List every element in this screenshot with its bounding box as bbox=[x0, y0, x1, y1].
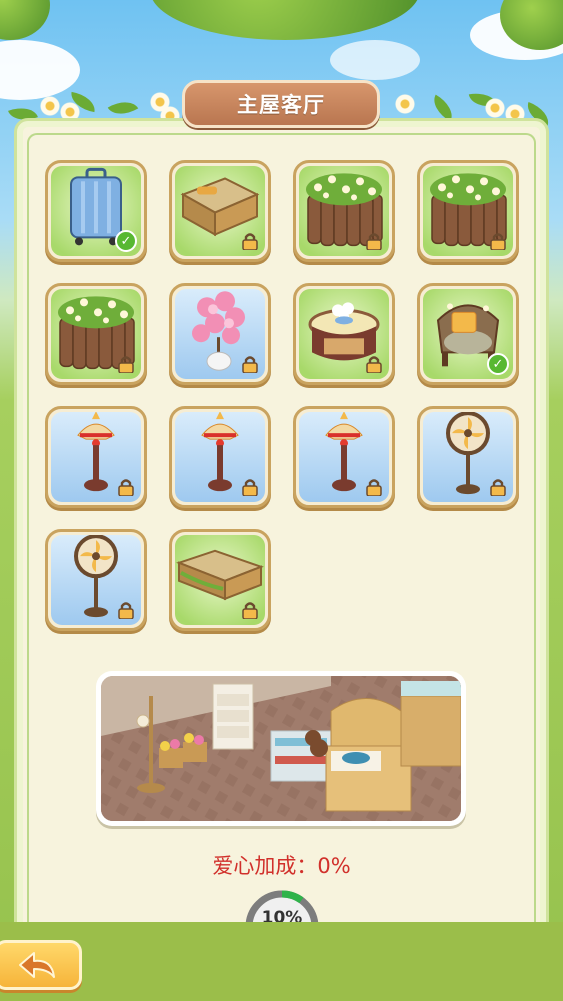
lock-icon bbox=[489, 232, 507, 251]
bottom-bar bbox=[0, 922, 563, 1001]
slot-background bbox=[175, 535, 265, 625]
checkmark-icon: ✓ bbox=[115, 230, 137, 252]
slot-background bbox=[51, 535, 141, 625]
lock-icon bbox=[241, 601, 259, 620]
room-preview[interactable] bbox=[96, 671, 466, 826]
lock-icon bbox=[365, 478, 383, 497]
floor-lamp-icon bbox=[320, 412, 368, 501]
room-title-plate: 主屋客厅 bbox=[182, 80, 380, 128]
slot-background bbox=[299, 289, 389, 379]
lock-icon bbox=[365, 355, 383, 374]
game-scene: 主屋客厅 ✓ ✓ 爱心加成：0% 10% bbox=[0, 0, 563, 1001]
wooden-bench-icon bbox=[175, 549, 265, 609]
lock-icon bbox=[241, 232, 259, 251]
furniture-slot-electric-fan[interactable] bbox=[417, 406, 519, 508]
slot-background bbox=[175, 412, 265, 502]
love-bonus-label: 爱心加成：0% bbox=[212, 854, 351, 878]
checkmark-icon: ✓ bbox=[487, 353, 509, 375]
slot-background bbox=[299, 412, 389, 502]
lock-icon bbox=[117, 355, 135, 374]
furniture-slot-flower-fence[interactable] bbox=[45, 283, 147, 385]
floor-lamp-icon bbox=[72, 412, 120, 501]
slot-background bbox=[423, 412, 513, 502]
floor-lamp-icon bbox=[196, 412, 244, 501]
lock-icon bbox=[365, 232, 383, 251]
lock-icon bbox=[241, 355, 259, 374]
furniture-slot-flower-fence[interactable] bbox=[417, 160, 519, 262]
tree-canopy bbox=[150, 0, 420, 40]
furniture-slot-electric-fan[interactable] bbox=[45, 529, 147, 631]
furniture-slot-wooden-bench[interactable] bbox=[169, 529, 271, 631]
lock-icon bbox=[117, 478, 135, 497]
furniture-slot-round-table[interactable] bbox=[293, 283, 395, 385]
furniture-slot-flower-fence[interactable] bbox=[293, 160, 395, 262]
slot-background: ✓ bbox=[51, 166, 141, 256]
lock-icon bbox=[241, 478, 259, 497]
lock-icon bbox=[489, 478, 507, 497]
slot-background bbox=[51, 289, 141, 379]
slot-background bbox=[175, 289, 265, 379]
furniture-slot-armchair[interactable]: ✓ bbox=[417, 283, 519, 385]
cloud bbox=[330, 40, 420, 80]
furniture-slot-floor-lamp[interactable] bbox=[169, 406, 271, 508]
tree-canopy bbox=[0, 0, 50, 40]
furniture-slot-cherry-blossom-plant[interactable] bbox=[169, 283, 271, 385]
slot-background bbox=[299, 166, 389, 256]
slot-background: ✓ bbox=[423, 289, 513, 379]
room-title: 主屋客厅 bbox=[237, 93, 325, 117]
room-preview-image bbox=[101, 676, 461, 821]
lock-icon bbox=[117, 601, 135, 620]
back-arrow-icon bbox=[19, 952, 55, 978]
slot-background bbox=[423, 166, 513, 256]
furniture-slot-floor-lamp[interactable] bbox=[45, 406, 147, 508]
back-button[interactable] bbox=[0, 940, 82, 990]
furniture-slot-wooden-bed[interactable] bbox=[169, 160, 271, 262]
furniture-slot-suitcase[interactable]: ✓ bbox=[45, 160, 147, 262]
furniture-slot-floor-lamp[interactable] bbox=[293, 406, 395, 508]
slot-background bbox=[175, 166, 265, 256]
slot-background bbox=[51, 412, 141, 502]
